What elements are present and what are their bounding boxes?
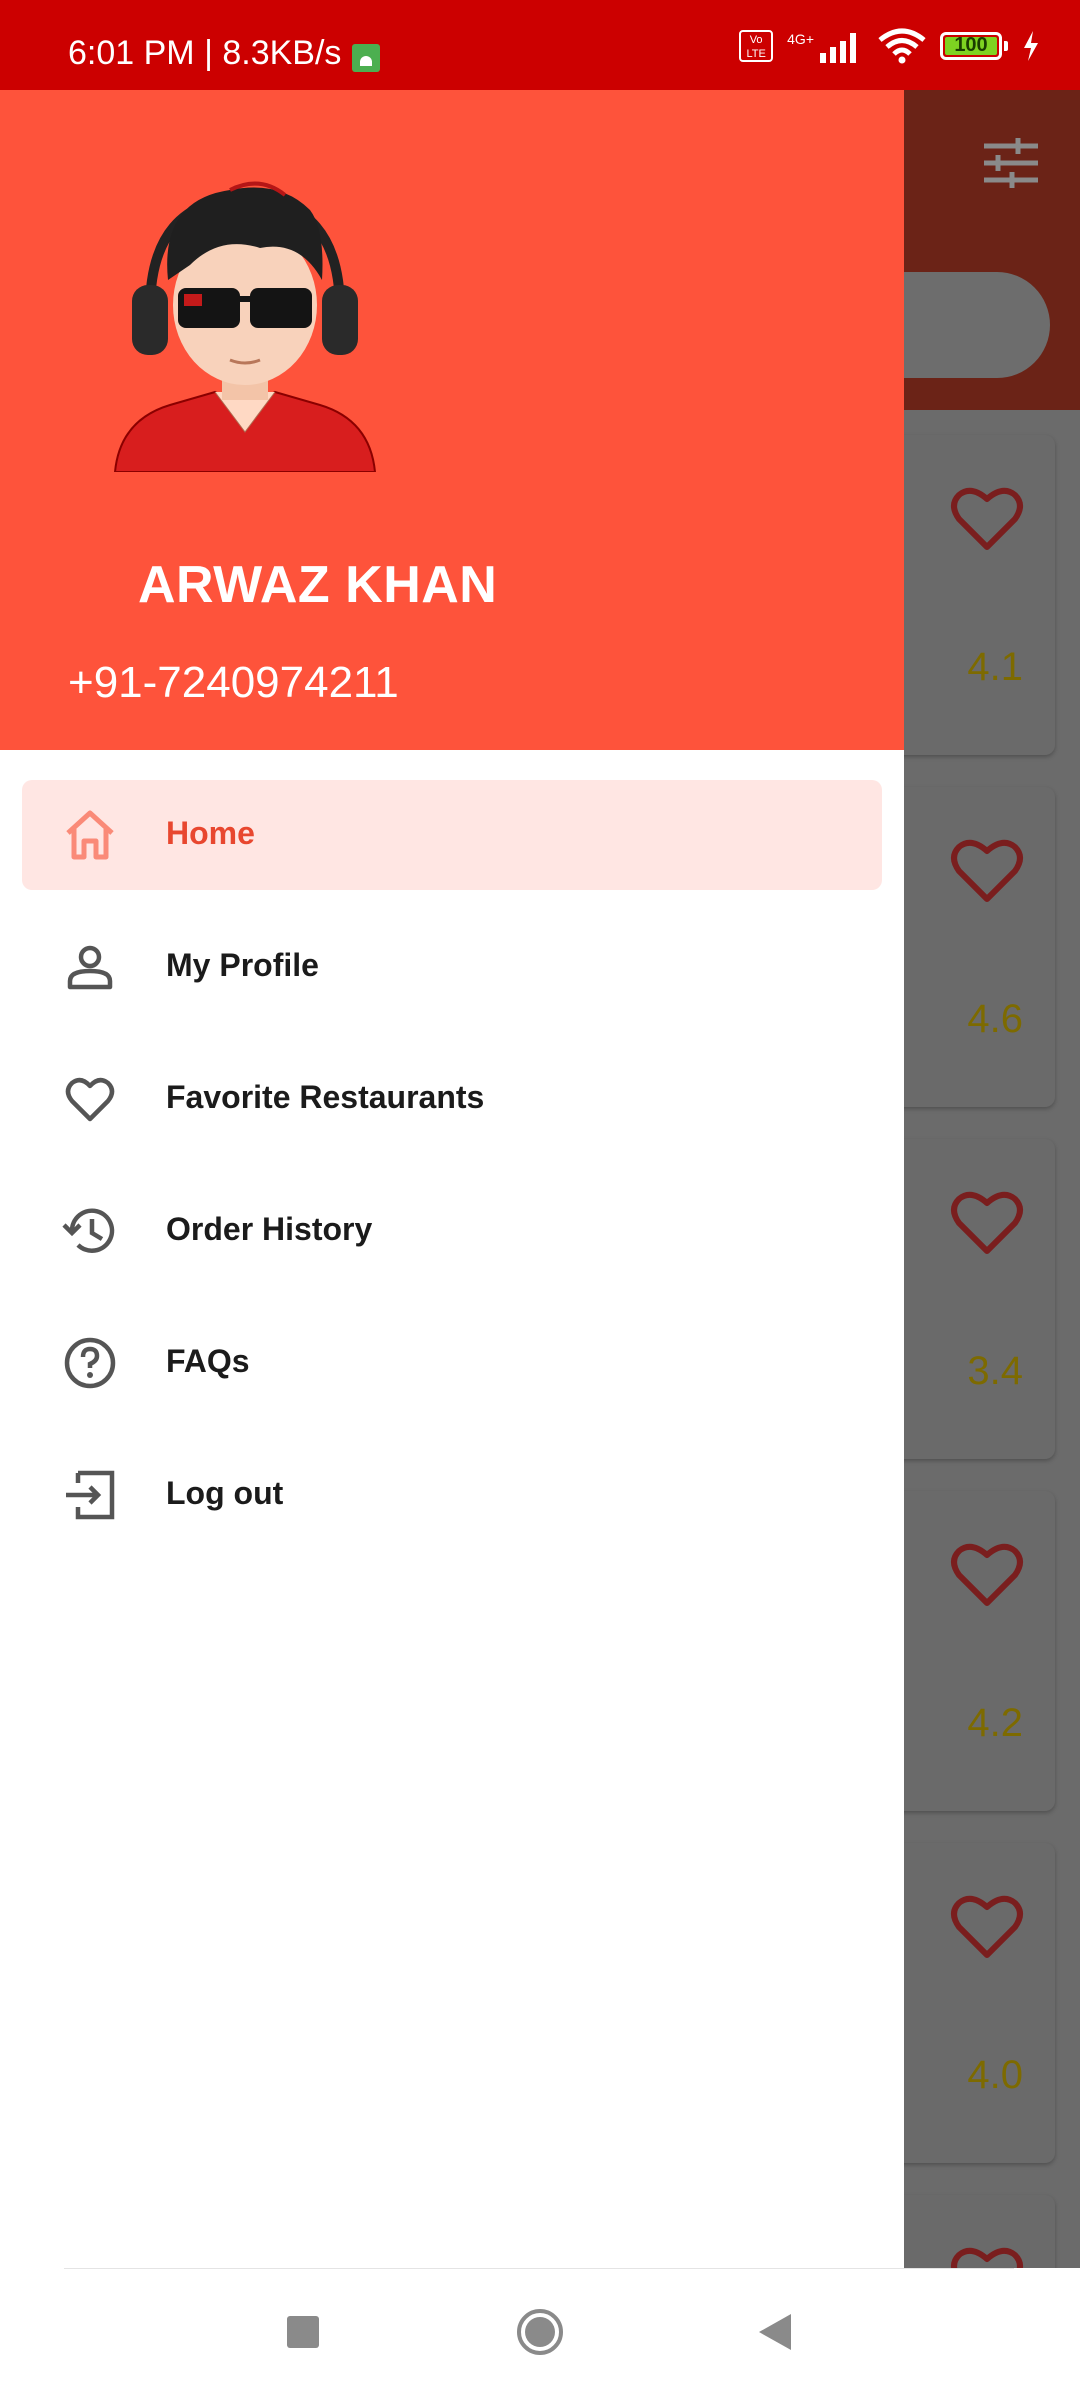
favorite-heart-icon: [951, 1895, 1023, 1958]
home-button[interactable]: [516, 2308, 564, 2356]
menu-item-home[interactable]: Home: [22, 780, 882, 890]
navigation-drawer: ARWAZ KHAN +91-7240974211 Home My Profil…: [0, 90, 904, 2268]
favorite-heart-icon: [951, 487, 1023, 550]
filter-icon: [984, 138, 1038, 188]
menu-item-faqs[interactable]: FAQs: [22, 1308, 882, 1418]
wifi-icon: [878, 28, 926, 64]
user-name: ARWAZ KHAN: [138, 556, 498, 614]
history-icon: [62, 1208, 115, 1253]
status-time: 6:01 PM | 8.3KB/s: [68, 34, 342, 72]
home-icon: [66, 810, 114, 860]
battery-tip: [1004, 41, 1008, 51]
status-bar: 6:01 PM | 8.3KB/s Vo LTE 4G+ 100: [0, 0, 1080, 90]
menu-label-favorite-restaurants: Favorite Restaurants: [166, 1079, 485, 1115]
battery-icon: 100: [940, 32, 1002, 60]
heart-icon: [65, 1077, 115, 1122]
menu-item-order-history[interactable]: Order History: [22, 1176, 882, 1286]
back-button[interactable]: [757, 2312, 793, 2352]
restaurant-rating: 4.6: [967, 997, 1023, 1041]
system-nav-bar: [0, 2268, 1080, 2400]
charging-icon: [1024, 31, 1038, 61]
menu-label-faqs: FAQs: [166, 1343, 250, 1379]
restaurant-rating: 3.4: [967, 1349, 1023, 1393]
menu-label-order-history: Order History: [166, 1211, 373, 1247]
menu-label-log-out: Log out: [166, 1475, 284, 1511]
network-type-label: 4G+: [787, 31, 814, 47]
person-icon: [67, 945, 113, 990]
menu-label-home: Home: [166, 815, 255, 851]
favorite-heart-icon: [951, 1543, 1023, 1606]
favorite-heart-icon: [951, 1191, 1023, 1254]
favorite-heart-icon: [951, 2247, 1023, 2268]
drawer-menu: Home My Profile Favorite Restaurants Ord…: [0, 780, 904, 1572]
signal-icon: [820, 33, 856, 63]
user-phone: +91-7240974211: [68, 658, 399, 707]
logout-icon: [66, 1470, 115, 1520]
help-icon: [64, 1337, 116, 1389]
nav-divider: [64, 2268, 1014, 2269]
restaurant-rating: 4.1: [967, 645, 1023, 689]
drawer-header: ARWAZ KHAN +91-7240974211: [0, 90, 904, 750]
restaurant-rating: 4.0: [967, 2053, 1023, 2097]
volte-icon: Vo LTE: [739, 30, 774, 62]
menu-item-log-out[interactable]: Log out: [22, 1440, 882, 1550]
battery-level: 100: [954, 34, 988, 56]
user-avatar: [113, 181, 377, 472]
menu-label-my-profile: My Profile: [166, 947, 319, 983]
favorite-heart-icon: [951, 839, 1023, 902]
menu-item-my-profile[interactable]: My Profile: [22, 912, 882, 1022]
restaurant-rating: 4.2: [967, 1701, 1023, 1745]
android-debug-icon: [352, 44, 380, 72]
menu-item-favorite-restaurants[interactable]: Favorite Restaurants: [22, 1044, 882, 1154]
recents-button[interactable]: [287, 2316, 319, 2348]
